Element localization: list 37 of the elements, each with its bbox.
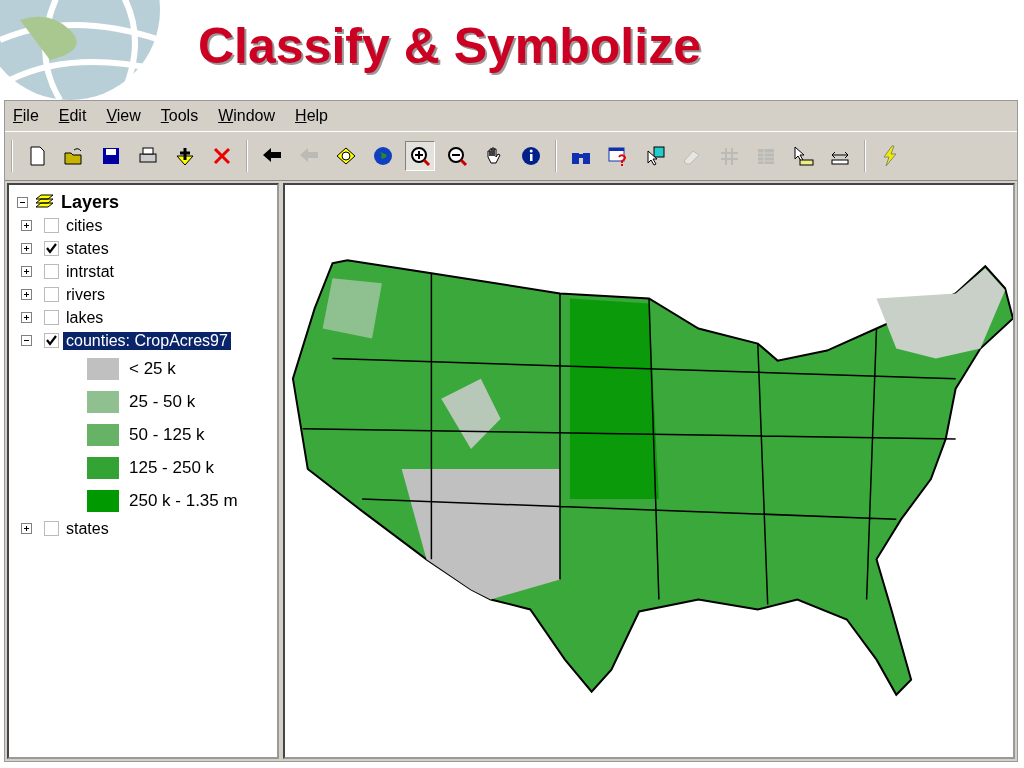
menu-item[interactable]: View [106,107,141,125]
menu-item[interactable]: Help [295,107,328,125]
layers-root-label[interactable]: Layers [58,192,123,213]
menu-item[interactable]: Tools [160,107,199,125]
layer-name[interactable]: states [63,519,112,538]
expand-toggle[interactable] [21,220,32,231]
layer-name[interactable]: states [63,239,112,258]
expand-toggle[interactable] [21,289,32,300]
collapse-toggle[interactable] [17,197,28,208]
menu-item[interactable]: File [13,107,39,125]
collapse-toggle[interactable] [21,335,32,346]
expand-toggle[interactable] [21,243,32,254]
layer-checkbox[interactable] [44,218,59,233]
slide-title: Classify & Symbolize [198,17,701,75]
layer-checkbox[interactable] [44,333,59,348]
legend-label: 125 - 250 k [129,457,215,478]
layer-name[interactable]: rivers [63,285,109,304]
checkmark-icon [45,242,58,255]
layer-name[interactable]: cities [63,216,106,235]
layer-name[interactable]: counties: CropAcres97 [63,331,231,350]
layer-checkbox[interactable] [44,310,59,325]
layer-checkbox[interactable] [44,264,59,279]
layer-checkbox[interactable] [44,521,59,536]
menu-item[interactable]: Edit [58,107,87,125]
legend-label: < 25 k [129,358,176,379]
layer-name[interactable]: intrstat [63,262,117,281]
expand-toggle[interactable] [21,523,32,534]
layer-checkbox[interactable] [44,241,59,256]
legend-label: 25 - 50 k [129,391,196,412]
legend-label: 250 k - 1.35 m [129,490,238,511]
expand-toggle[interactable] [21,266,32,277]
layer-name[interactable]: lakes [63,308,107,327]
menu-item[interactable]: Window [218,107,276,125]
legend-label: 50 - 125 k [129,424,205,445]
layer-checkbox[interactable] [44,287,59,302]
expand-toggle[interactable] [21,312,32,323]
checkmark-icon [45,334,58,347]
